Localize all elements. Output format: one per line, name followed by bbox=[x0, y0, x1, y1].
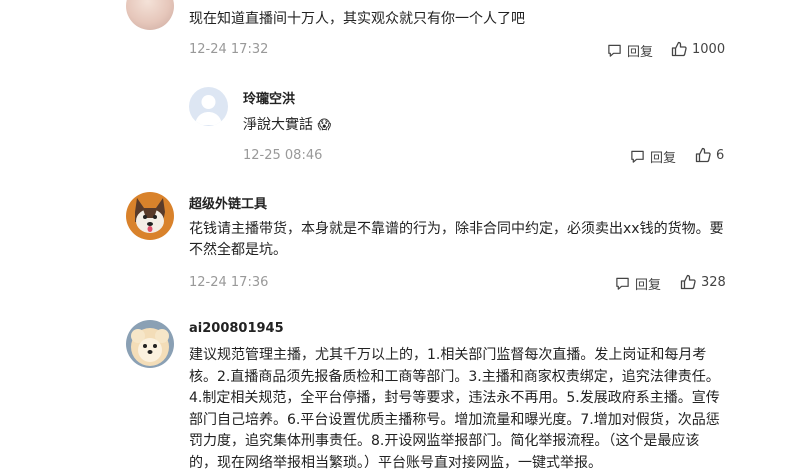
comment-line: 的，现在网络举报相当繁琐。）平台账号直对接网监，一键式举报。 bbox=[189, 454, 602, 471]
reply-label: 回复 bbox=[627, 45, 654, 60]
comment-time: 12-24 17:36 bbox=[189, 275, 269, 290]
avatar[interactable] bbox=[189, 87, 228, 126]
comment-line: 部门自己培养。6.平台设置优质主播称号。增加流量和曝光度。7.增加对假货，次品惩 bbox=[189, 411, 720, 428]
username[interactable]: ai200801945 bbox=[189, 321, 284, 336]
like-count: 6 bbox=[716, 147, 725, 163]
like-button[interactable]: 1000 bbox=[671, 41, 725, 57]
comment-text-body: 淨說大實話 bbox=[243, 117, 313, 133]
comment-time: 12-25 08:46 bbox=[243, 148, 323, 163]
comment-line: 不然全都是坑。 bbox=[189, 242, 287, 258]
thumbs-up-icon bbox=[695, 147, 711, 163]
comment-line: 建议规范管理主播，尤其千万以上的，1.相关部门监督每次直播。发上岗证和每月考 bbox=[189, 347, 707, 363]
comment-line: 核。2.直播商品须先报备质检和工商等部门。3.主播和商家权责绑定，追究法律责任。 bbox=[189, 368, 720, 385]
reply-button[interactable]: 回复 bbox=[630, 147, 676, 166]
like-button[interactable]: 6 bbox=[695, 147, 724, 163]
like-count: 328 bbox=[701, 274, 726, 290]
username[interactable]: 玲瓏空洪 bbox=[243, 88, 295, 107]
scream-emoji: 😱 bbox=[317, 118, 332, 133]
thumbs-up-icon bbox=[680, 274, 696, 290]
comment-line: 4.制定相关规范，全平台停播，封号等要求，违法永不再用。5.发展政府系主播。宣传 bbox=[189, 390, 720, 406]
avatar[interactable] bbox=[126, 320, 174, 368]
like-count: 1000 bbox=[692, 41, 726, 57]
reply-button[interactable]: 回复 bbox=[615, 274, 661, 293]
reply-label: 回复 bbox=[635, 278, 662, 293]
thumbs-up-icon bbox=[671, 41, 687, 57]
like-button[interactable]: 328 bbox=[680, 274, 726, 290]
reply-button[interactable]: 回复 bbox=[607, 41, 653, 60]
reply-icon bbox=[608, 44, 621, 57]
comment-text: 花钱请主播带货，本身就是不靠谱的行为，除非合同中约定，必须卖出xx钱的货物。要 … bbox=[189, 219, 724, 261]
comment-text: 淨說大實話 😱 bbox=[243, 115, 331, 136]
comment-text: 建议规范管理主播，尤其千万以上的，1.相关部门监督每次直播。发上岗证和每月考 核… bbox=[189, 345, 720, 474]
comment-time: 12-24 17:32 bbox=[189, 42, 269, 57]
avatar[interactable] bbox=[126, 0, 174, 30]
username[interactable]: 超级外链工具 bbox=[189, 193, 267, 212]
reply-icon bbox=[631, 150, 644, 163]
reply-label: 回复 bbox=[650, 151, 677, 166]
comment-text: 现在知道直播间十万人，其实观众就只有你一个人了吧 bbox=[189, 11, 525, 27]
reply-icon bbox=[616, 277, 629, 290]
comment-line: 花钱请主播带货，本身就是不靠谱的行为，除非合同中约定，必须卖出xx钱的货物。要 bbox=[189, 221, 724, 237]
comment-line: 罚力度，追究集体刑事责任。8.开设网监举报部门。简化举报流程。（这个是最应该 bbox=[189, 433, 700, 449]
avatar[interactable] bbox=[126, 192, 174, 240]
